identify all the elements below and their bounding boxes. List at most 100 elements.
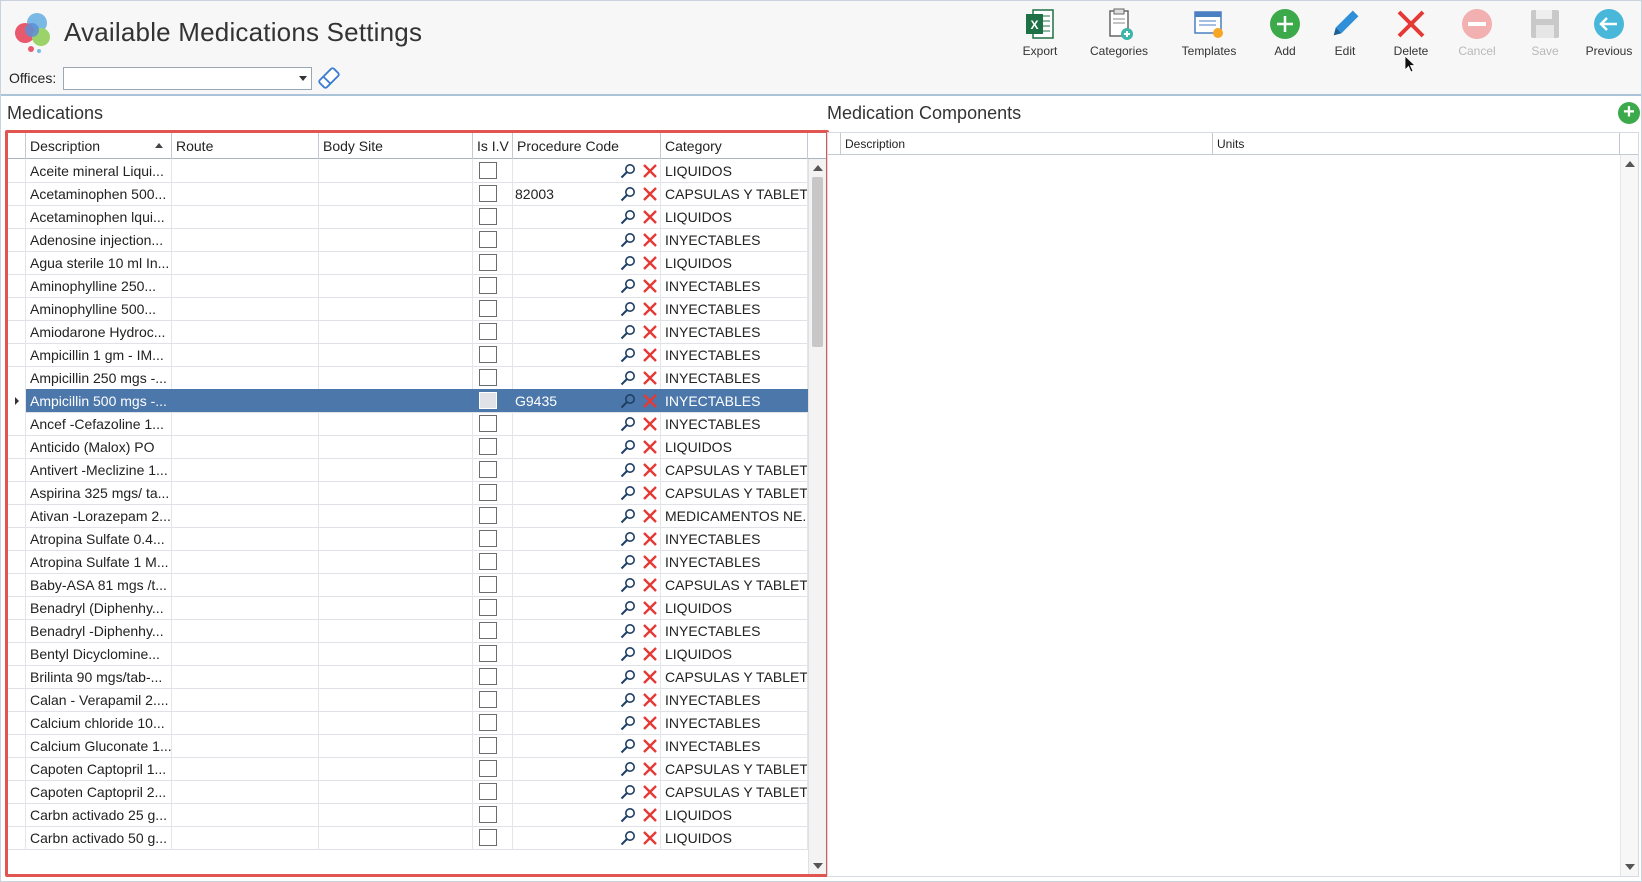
- is-iv-checkbox[interactable]: [479, 599, 497, 616]
- table-row[interactable]: Aminophylline 250... INYECTABLES: [8, 274, 808, 298]
- clear-code-icon[interactable]: [642, 807, 658, 823]
- search-code-icon[interactable]: [620, 163, 636, 179]
- templates-button[interactable]: Templates: [1169, 5, 1249, 65]
- is-iv-checkbox[interactable]: [479, 369, 497, 386]
- table-row[interactable]: Calcium Gluconate 1... INYECTABLES: [8, 734, 808, 758]
- table-row[interactable]: Capoten Captopril 1... CAPSULAS Y TABLET.…: [8, 757, 808, 781]
- table-row[interactable]: Antivert -Meclizine 1... CAPSULAS Y TABLE…: [8, 458, 808, 482]
- scroll-up-icon[interactable]: [1625, 161, 1635, 167]
- scroll-down-icon[interactable]: [1625, 864, 1635, 870]
- search-code-icon[interactable]: [620, 255, 636, 271]
- column-route[interactable]: Route: [172, 133, 319, 159]
- is-iv-checkbox[interactable]: [479, 645, 497, 662]
- is-iv-checkbox[interactable]: [479, 783, 497, 800]
- table-row[interactable]: Carbn activado 25 g... LIQUIDOS: [8, 803, 808, 827]
- clear-code-icon[interactable]: [642, 761, 658, 777]
- is-iv-checkbox[interactable]: [479, 461, 497, 478]
- is-iv-checkbox[interactable]: [479, 185, 497, 202]
- is-iv-checkbox[interactable]: [479, 668, 497, 685]
- is-iv-checkbox[interactable]: [479, 208, 497, 225]
- is-iv-checkbox[interactable]: [479, 162, 497, 179]
- is-iv-checkbox[interactable]: [479, 530, 497, 547]
- is-iv-checkbox[interactable]: [479, 300, 497, 317]
- clear-code-icon[interactable]: [642, 830, 658, 846]
- is-iv-checkbox[interactable]: [479, 760, 497, 777]
- clear-code-icon[interactable]: [642, 301, 658, 317]
- search-code-icon[interactable]: [620, 508, 636, 524]
- export-button[interactable]: X Export: [1005, 5, 1075, 65]
- table-row[interactable]: Baby-ASA 81 mgs /t... CAPSULAS Y TABLET..…: [8, 573, 808, 597]
- is-iv-checkbox[interactable]: [479, 346, 497, 363]
- search-code-icon[interactable]: [620, 347, 636, 363]
- table-row[interactable]: Agua sterile 10 ml In... LIQUIDOS: [8, 251, 808, 275]
- clear-code-icon[interactable]: [642, 370, 658, 386]
- clear-code-icon[interactable]: [642, 324, 658, 340]
- clear-code-icon[interactable]: [642, 692, 658, 708]
- clear-code-icon[interactable]: [642, 209, 658, 225]
- search-code-icon[interactable]: [620, 439, 636, 455]
- search-code-icon[interactable]: [620, 393, 636, 409]
- scroll-thumb[interactable]: [812, 177, 823, 347]
- table-row[interactable]: Calcium chloride 10... INYECTABLES: [8, 711, 808, 735]
- search-code-icon[interactable]: [620, 278, 636, 294]
- is-iv-checkbox[interactable]: [479, 484, 497, 501]
- categories-button[interactable]: Categories: [1079, 5, 1159, 65]
- components-scrollbar[interactable]: [1620, 155, 1638, 876]
- table-row[interactable]: Adenosine injection... INYECTABLES: [8, 228, 808, 252]
- search-code-icon[interactable]: [620, 186, 636, 202]
- table-row[interactable]: Ancef -Cefazoline 1... INYECTABLES: [8, 412, 808, 436]
- clear-code-icon[interactable]: [642, 554, 658, 570]
- table-row[interactable]: Brilinta 90 mgs/tab-... CAPSULAS Y TABLET…: [8, 665, 808, 689]
- search-code-icon[interactable]: [620, 324, 636, 340]
- search-code-icon[interactable]: [620, 646, 636, 662]
- column-units[interactable]: Units: [1213, 133, 1620, 155]
- clear-code-icon[interactable]: [642, 669, 658, 685]
- is-iv-checkbox[interactable]: [479, 714, 497, 731]
- column-body-site[interactable]: Body Site: [319, 133, 473, 159]
- is-iv-checkbox[interactable]: [479, 507, 497, 524]
- medications-scrollbar[interactable]: [808, 159, 826, 874]
- is-iv-checkbox[interactable]: [479, 323, 497, 340]
- search-code-icon[interactable]: [620, 462, 636, 478]
- clear-code-icon[interactable]: [642, 393, 658, 409]
- search-code-icon[interactable]: [620, 485, 636, 501]
- clear-code-icon[interactable]: [642, 416, 658, 432]
- table-row[interactable]: Atropina Sulfate 0.4... INYECTABLES: [8, 527, 808, 551]
- is-iv-checkbox[interactable]: [479, 438, 497, 455]
- table-row[interactable]: Acetaminophen 500... 82003 CAPSULAS Y TABL…: [8, 182, 808, 206]
- table-row[interactable]: Atropina Sulfate 1 M... INYECTABLES: [8, 550, 808, 574]
- table-row[interactable]: Aspirina 325 mgs/ ta... CAPSULAS Y TABLET…: [8, 481, 808, 505]
- table-row[interactable]: Ampicillin 500 mgs -... G9435 INYECTABLES: [8, 389, 808, 413]
- clear-code-icon[interactable]: [642, 715, 658, 731]
- table-row[interactable]: Capoten Captopril 2... CAPSULAS Y TABLET.…: [8, 780, 808, 804]
- table-row[interactable]: Benadryl -Diphenhy... INYECTABLES: [8, 619, 808, 643]
- column-is-iv[interactable]: Is I.V: [473, 133, 513, 159]
- is-iv-checkbox[interactable]: [479, 829, 497, 846]
- table-row[interactable]: Aminophylline 500... INYECTABLES: [8, 297, 808, 321]
- search-code-icon[interactable]: [620, 784, 636, 800]
- column-category[interactable]: Category: [661, 133, 808, 159]
- column-procedure-code[interactable]: Procedure Code: [513, 133, 661, 159]
- search-code-icon[interactable]: [620, 669, 636, 685]
- search-code-icon[interactable]: [620, 830, 636, 846]
- clear-code-icon[interactable]: [642, 784, 658, 800]
- clear-code-icon[interactable]: [642, 232, 658, 248]
- is-iv-checkbox[interactable]: [479, 806, 497, 823]
- column-description[interactable]: Description: [26, 133, 172, 159]
- column-component-description[interactable]: Description: [841, 133, 1213, 155]
- clear-code-icon[interactable]: [642, 623, 658, 639]
- search-code-icon[interactable]: [620, 715, 636, 731]
- clear-code-icon[interactable]: [642, 531, 658, 547]
- table-row[interactable]: Ativan -Lorazepam 2... MEDICAMENTOS NE...: [8, 504, 808, 528]
- search-code-icon[interactable]: [620, 623, 636, 639]
- search-code-icon[interactable]: [620, 554, 636, 570]
- table-row[interactable]: Anticido (Malox) PO LIQUIDOS: [8, 435, 808, 459]
- table-row[interactable]: Benadryl (Diphenhy... LIQUIDOS: [8, 596, 808, 620]
- search-code-icon[interactable]: [620, 807, 636, 823]
- clear-code-icon[interactable]: [642, 347, 658, 363]
- add-button[interactable]: Add: [1255, 5, 1315, 65]
- search-code-icon[interactable]: [620, 761, 636, 777]
- table-row[interactable]: Carbn activado 50 g... LIQUIDOS: [8, 826, 808, 850]
- is-iv-checkbox[interactable]: [479, 553, 497, 570]
- chevron-down-icon[interactable]: [299, 76, 307, 81]
